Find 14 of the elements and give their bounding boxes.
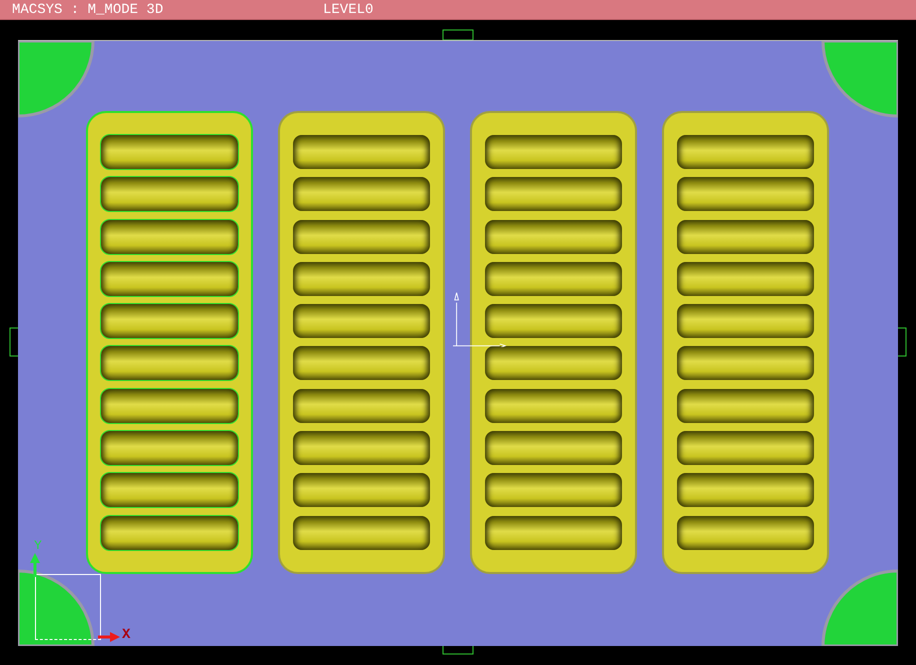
x-axis-label: X: [122, 627, 130, 643]
pocket-panel[interactable]: [662, 111, 829, 574]
pocket-panel[interactable]: [470, 111, 637, 574]
right-center-mark: [898, 328, 906, 356]
level-label: LEVEL0: [323, 2, 374, 18]
y-axis-arrow-icon: [29, 553, 41, 577]
origin-frame: [35, 574, 101, 640]
x-axis-arrow-icon: [98, 631, 122, 643]
y-axis-label: Y: [34, 538, 42, 553]
pocket-panel[interactable]: [278, 111, 445, 574]
center-axis-icon: [453, 291, 509, 347]
mode-label: MACSYS : M_MODE 3D: [12, 2, 164, 18]
pocket-panel[interactable]: [86, 111, 253, 574]
left-center-mark: [10, 328, 18, 356]
